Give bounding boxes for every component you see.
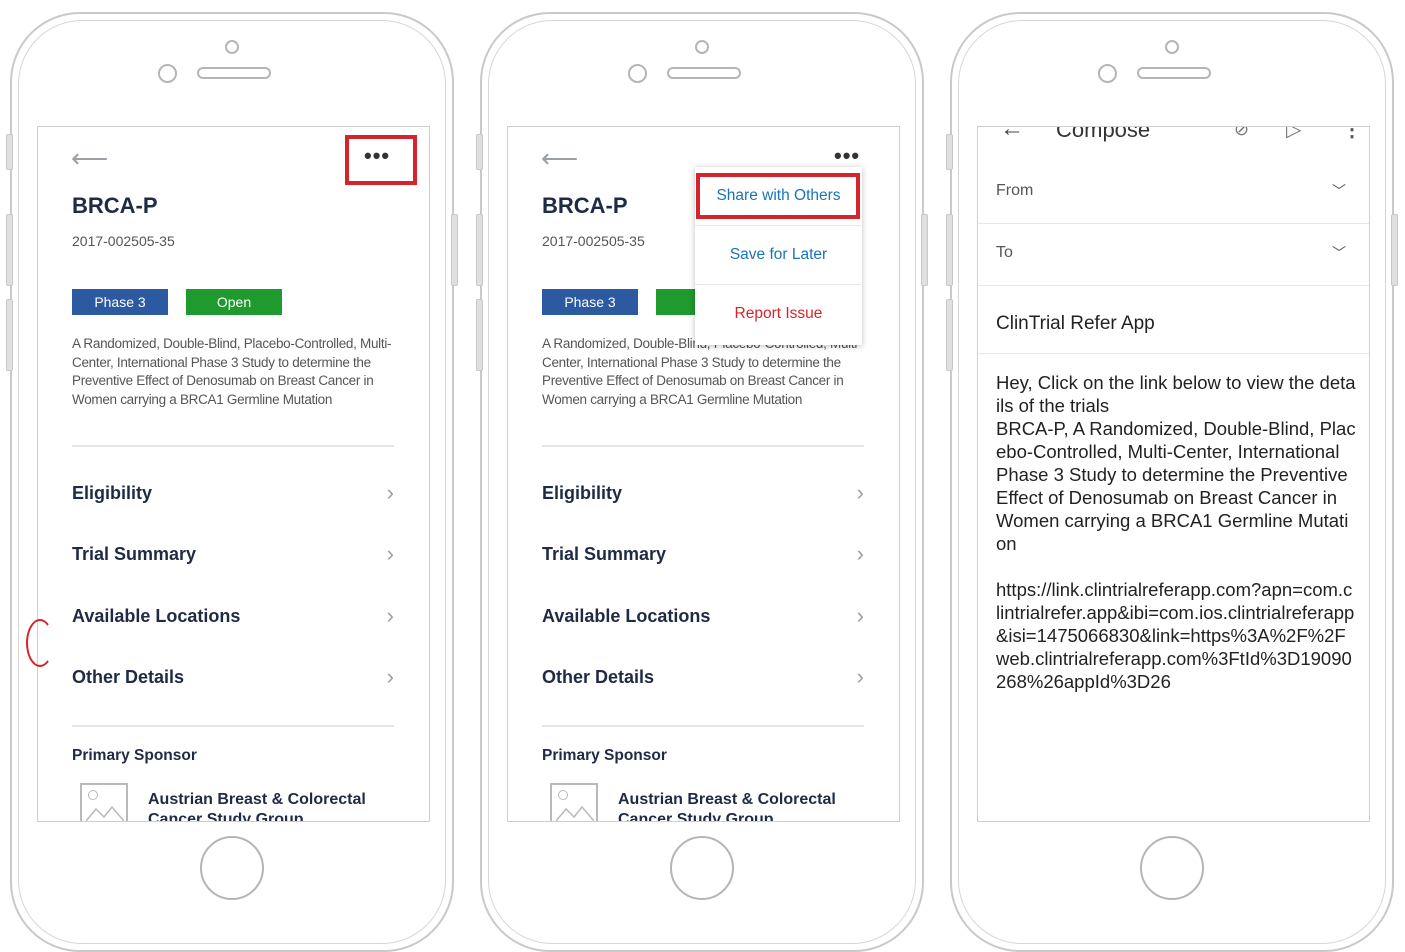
chevron-down-icon: ﹀ — [1332, 183, 1346, 199]
phone-frame-3: ← Compose ⊘ ▷ ⋮ From ﹀ To ﹀ ClinTrial Re… — [946, 12, 1398, 952]
menu-item-label: Other Details — [72, 666, 185, 687]
trial-id: 2017-002505-35 — [72, 233, 175, 249]
menu-item-eligibility[interactable]: Eligibility › — [542, 473, 864, 513]
trial-detail-screen-menu-open: ⟵ ••• BRCA-P 2017-002505-35 Phase 3 O A … — [507, 126, 900, 822]
image-placeholder-icon — [80, 783, 128, 821]
highlight-arc — [26, 619, 54, 667]
to-field[interactable]: To ﹀ — [996, 243, 1346, 263]
chevron-right-icon: › — [856, 541, 864, 566]
camera-icon — [695, 40, 709, 54]
chevron-down-icon: ﹀ — [1332, 245, 1346, 261]
side-button — [476, 134, 483, 170]
side-button — [1391, 214, 1398, 286]
menu-item-other-details[interactable]: Other Details › — [542, 657, 864, 697]
back-arrow-icon[interactable]: ⟵ — [541, 145, 578, 171]
from-field[interactable]: From ﹀ — [996, 181, 1346, 201]
side-button — [921, 214, 928, 286]
side-button — [476, 299, 483, 371]
compose-toolbar: ← Compose ⊘ ▷ ⋮ — [978, 126, 1369, 145]
back-arrow-icon[interactable]: ← — [1000, 127, 1024, 143]
trial-detail-screen: ⟵ ••• BRCA-P 2017-002505-35 Phase 3 Open… — [37, 126, 430, 822]
menu-item-available-locations[interactable]: Available Locations › — [72, 596, 394, 636]
menu-item-label: Available Locations — [72, 605, 241, 626]
back-arrow-icon[interactable]: ⟵ — [71, 145, 108, 171]
front-lens-icon — [628, 64, 647, 83]
more-options-icon[interactable]: ••• — [834, 145, 860, 167]
divider — [72, 725, 394, 727]
side-button — [6, 214, 13, 286]
subject-field[interactable]: ClinTrial Refer App — [996, 313, 1155, 335]
save-for-later-option[interactable]: Save for Later — [695, 226, 862, 285]
divider — [978, 285, 1369, 286]
divider — [542, 445, 864, 447]
side-button — [946, 214, 953, 286]
divider — [72, 445, 394, 447]
home-button[interactable] — [1140, 836, 1204, 900]
trial-title: BRCA-P — [72, 193, 158, 218]
status-badge: Open — [186, 289, 282, 315]
side-button — [946, 134, 953, 170]
send-icon[interactable]: ▷ — [1286, 127, 1301, 142]
chevron-right-icon: › — [386, 480, 394, 505]
speaker-grille — [1137, 67, 1211, 79]
speaker-grille — [667, 67, 741, 79]
chevron-right-icon: › — [856, 664, 864, 689]
menu-item-trial-summary[interactable]: Trial Summary › — [72, 534, 394, 574]
phone-frame-2: ⟵ ••• BRCA-P 2017-002505-35 Phase 3 O A … — [476, 12, 928, 952]
image-placeholder-icon — [550, 783, 598, 821]
divider — [542, 725, 864, 727]
phase-badge: Phase 3 — [72, 289, 168, 315]
menu-item-available-locations[interactable]: Available Locations › — [542, 596, 864, 636]
front-lens-icon — [158, 64, 177, 83]
phase-badge: Phase 3 — [542, 289, 638, 315]
front-lens-icon — [1098, 64, 1117, 83]
menu-item-label: Other Details — [542, 666, 655, 687]
menu-item-label: Eligibility — [72, 482, 153, 503]
chevron-right-icon: › — [856, 603, 864, 628]
sponsor-name: Austrian Breast & Colorectal Cancer Stud… — [618, 791, 836, 822]
sponsor-heading: Primary Sponsor — [542, 747, 667, 764]
camera-icon — [1165, 40, 1179, 54]
menu-item-label: Trial Summary — [72, 543, 197, 564]
side-button — [6, 299, 13, 371]
trial-id: 2017-002505-35 — [542, 233, 645, 249]
chevron-right-icon: › — [856, 480, 864, 505]
compose-title: Compose — [1056, 126, 1151, 142]
side-button — [476, 214, 483, 286]
highlight-more-button — [345, 135, 417, 185]
trial-title: BRCA-P — [542, 193, 628, 218]
phone-frame-1: ⟵ ••• BRCA-P 2017-002505-35 Phase 3 Open… — [6, 12, 458, 952]
menu-item-label: Eligibility — [542, 482, 623, 503]
menu-item-label: Trial Summary — [542, 543, 667, 564]
sponsor-heading: Primary Sponsor — [72, 747, 197, 764]
speaker-grille — [197, 67, 271, 79]
menu-item-label: Available Locations — [542, 605, 711, 626]
email-compose-screen: ← Compose ⊘ ▷ ⋮ From ﹀ To ﹀ ClinTrial Re… — [977, 126, 1370, 822]
side-button — [946, 299, 953, 371]
to-label: To — [996, 244, 1013, 261]
chevron-right-icon: › — [386, 541, 394, 566]
side-button — [6, 134, 13, 170]
camera-icon — [225, 40, 239, 54]
attachment-icon[interactable]: ⊘ — [1234, 127, 1249, 140]
menu-item-other-details[interactable]: Other Details › — [72, 657, 394, 697]
trial-description: A Randomized, Double-Blind, Placebo-Cont… — [542, 336, 862, 407]
sponsor-name: Austrian Breast & Colorectal Cancer Stud… — [148, 791, 366, 822]
trial-description: A Randomized, Double-Blind, Placebo-Cont… — [72, 336, 392, 407]
menu-item-eligibility[interactable]: Eligibility › — [72, 473, 394, 513]
email-body[interactable]: Hey, Click on the link below to view the… — [996, 371, 1356, 693]
highlight-share-option — [696, 173, 860, 219]
divider — [978, 353, 1369, 354]
more-vertical-icon[interactable]: ⋮ — [1342, 127, 1362, 142]
from-label: From — [996, 182, 1034, 199]
chevron-right-icon: › — [386, 664, 394, 689]
divider — [978, 223, 1369, 224]
side-button — [451, 214, 458, 286]
chevron-right-icon: › — [386, 603, 394, 628]
home-button[interactable] — [200, 836, 264, 900]
report-issue-option[interactable]: Report Issue — [695, 285, 862, 343]
menu-item-trial-summary[interactable]: Trial Summary › — [542, 534, 864, 574]
home-button[interactable] — [670, 836, 734, 900]
